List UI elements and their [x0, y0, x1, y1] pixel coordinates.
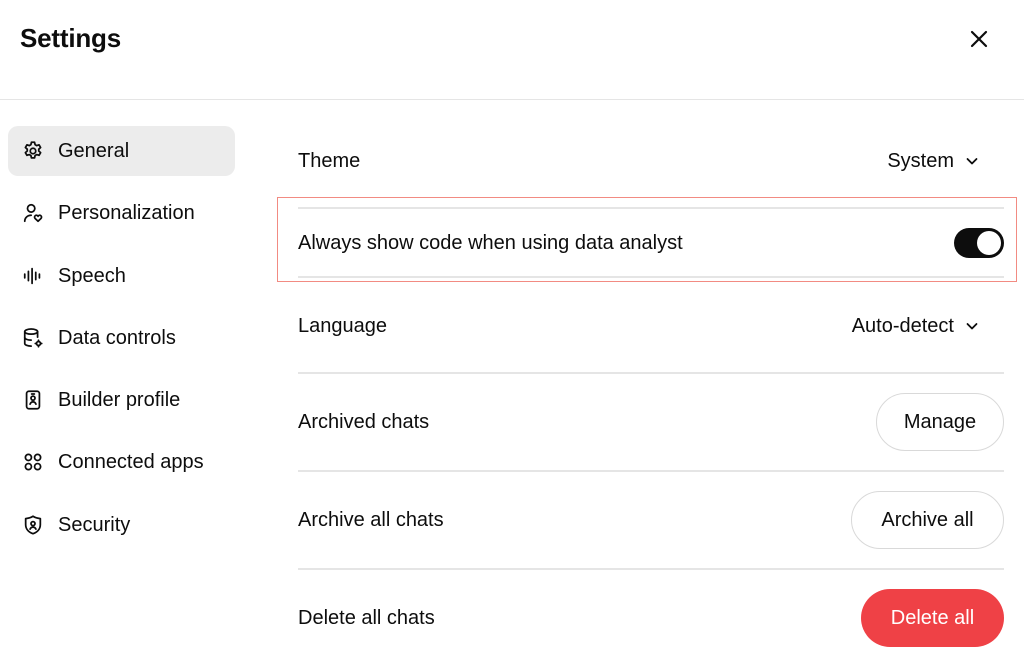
archived-chats-row: Archived chats Manage: [298, 393, 1004, 451]
sidebar-item-data-controls[interactable]: Data controls: [8, 313, 235, 363]
gear-icon: [22, 140, 44, 162]
theme-dropdown[interactable]: System: [887, 150, 980, 173]
sidebar-item-security[interactable]: Security: [8, 500, 235, 550]
theme-value: System: [887, 149, 954, 172]
close-icon: [970, 30, 988, 48]
settings-sidebar: General Personalization Speech Data cont…: [8, 126, 235, 562]
divider: [298, 470, 1004, 472]
archive-all-button[interactable]: Archive all: [851, 491, 1004, 549]
sidebar-item-label: Data controls: [58, 326, 176, 349]
theme-row: Theme System: [298, 137, 1004, 185]
dialog-header: Settings: [0, 0, 1024, 100]
database-gear-icon: [22, 327, 44, 349]
divider: [298, 372, 1004, 374]
delete-all-button[interactable]: Delete all: [861, 589, 1004, 647]
toggle-knob: [977, 231, 1001, 255]
apps-grid-icon: [22, 451, 44, 473]
show-code-label: Always show code when using data analyst: [298, 232, 683, 254]
language-value: Auto-detect: [851, 314, 954, 337]
manage-button[interactable]: Manage: [876, 393, 1004, 451]
sidebar-item-general[interactable]: General: [8, 126, 235, 176]
language-label: Language: [298, 315, 387, 337]
sidebar-item-personalization[interactable]: Personalization: [8, 188, 235, 238]
language-dropdown[interactable]: Auto-detect: [852, 315, 980, 338]
id-badge-icon: [22, 389, 44, 411]
sidebar-item-label: Personalization: [58, 202, 195, 225]
waveform-icon: [22, 265, 44, 287]
sidebar-item-speech[interactable]: Speech: [8, 251, 235, 301]
delete-all-label: Delete all chats: [298, 607, 435, 629]
archived-chats-label: Archived chats: [298, 411, 430, 433]
sidebar-item-label: Builder profile: [58, 389, 181, 412]
sidebar-item-label: General: [58, 140, 130, 162]
shield-lock-icon: [22, 514, 44, 536]
divider: [298, 276, 1004, 278]
archive-all-row: Archive all chats Archive all: [298, 491, 1004, 549]
settings-dialog: Settings General Personalization Speech …: [0, 0, 1024, 666]
language-row: Language Auto-detect: [298, 302, 1004, 350]
sidebar-item-connected-apps[interactable]: Connected apps: [8, 437, 235, 487]
archive-all-label: Archive all chats: [298, 509, 444, 531]
sidebar-item-label: Connected apps: [58, 451, 204, 474]
theme-label: Theme: [298, 150, 361, 172]
chevron-down-icon: [966, 158, 978, 165]
person-heart-icon: [22, 202, 44, 224]
divider: [298, 207, 1004, 209]
sidebar-item-label: Security: [58, 513, 131, 536]
page-title: Settings: [20, 23, 121, 53]
divider: [298, 568, 1004, 570]
sidebar-item-builder-profile[interactable]: Builder profile: [8, 375, 235, 425]
show-code-row: Always show code when using data analyst: [298, 219, 1004, 267]
close-button[interactable]: [962, 22, 996, 56]
show-code-toggle[interactable]: [954, 228, 1004, 258]
chevron-down-icon: [966, 323, 978, 330]
sidebar-item-label: Speech: [58, 264, 126, 287]
delete-all-row: Delete all chats Delete all: [298, 589, 1004, 647]
